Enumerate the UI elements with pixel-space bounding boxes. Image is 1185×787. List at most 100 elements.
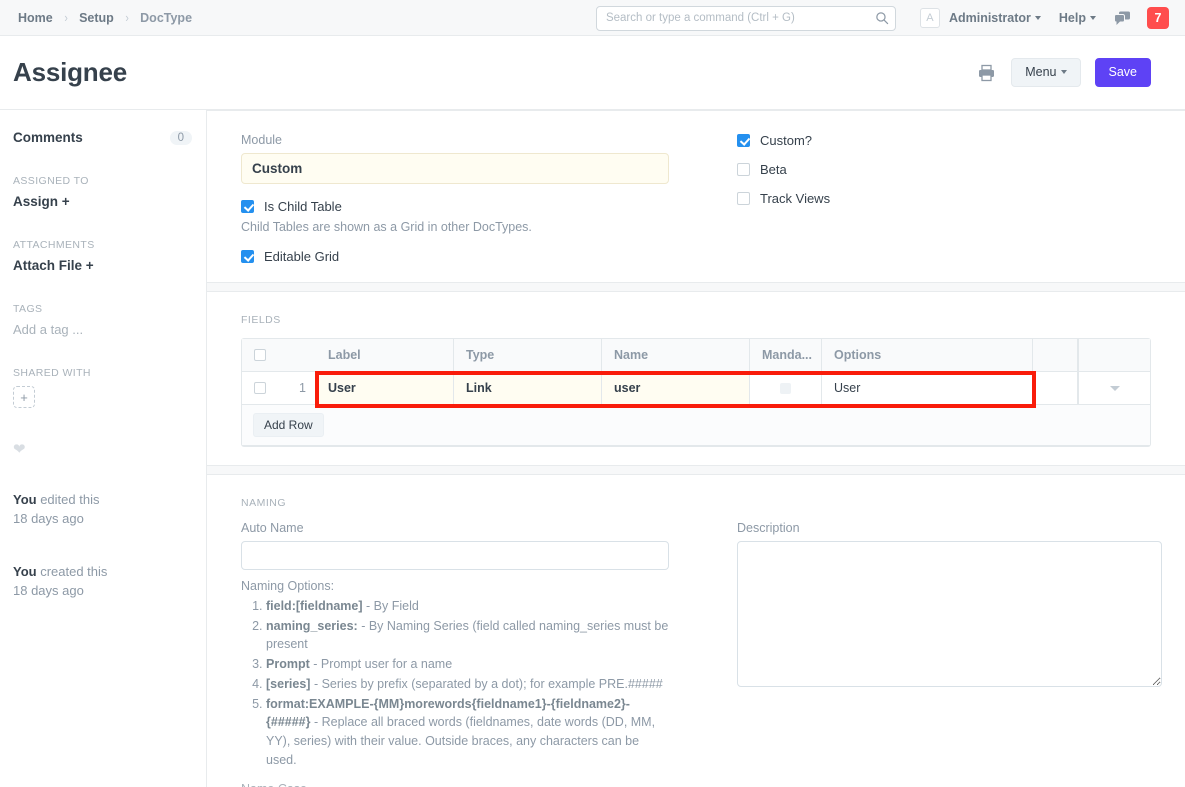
activity-time: 18 days ago [13,582,192,601]
cell-name[interactable]: user [602,372,750,404]
is-child-table-row[interactable]: Is Child Table [241,199,701,214]
auto-name-field-label: Auto Name [241,521,701,535]
index-header [278,339,316,371]
add-tag-input[interactable]: Add a tag ... [13,322,192,337]
row-select-checkbox[interactable] [254,382,266,394]
page-header: Assignee Menu Save [0,36,1185,110]
custom-checkbox[interactable] [737,134,750,147]
share-add-button[interactable]: + [13,386,35,408]
column-header-name[interactable]: Name [602,339,750,371]
top-navbar: Home › Setup › DocType A Administrator H… [0,0,1185,36]
module-input[interactable] [241,153,669,184]
avatar[interactable]: A [920,8,940,28]
help-menu-label: Help [1059,11,1086,25]
row-select-cell[interactable] [242,372,278,404]
custom-label: Custom? [760,133,812,148]
print-button[interactable] [975,62,997,84]
column-header-options[interactable]: Options [822,339,1033,371]
naming-option-desc: - Replace all braced words (fieldnames, … [266,715,655,767]
chat-icon [1114,11,1131,26]
printer-icon [977,64,996,82]
search-input[interactable] [596,6,896,31]
chevron-down-icon [1110,386,1120,391]
mandatory-checkbox[interactable] [780,383,791,394]
naming-right-column: Description [701,521,1162,787]
breadcrumb-item-setup[interactable]: Setup [77,11,116,25]
activity-actor: You [13,492,37,507]
breadcrumb-separator-icon: › [125,10,128,25]
track-views-checkbox[interactable] [737,192,750,205]
fields-grid-footer: Add Row [242,405,1150,446]
save-button[interactable]: Save [1095,58,1152,87]
custom-row[interactable]: Custom? [737,133,1151,148]
sidebar: Comments 0 ASSIGNED TO Assign + ATTACHME… [0,110,207,787]
table-row[interactable]: 1 User Link user User [242,372,1150,405]
naming-option-code: naming_series: [266,619,358,633]
activity-action: created this [37,564,108,579]
assign-button[interactable]: Assign + [13,194,192,209]
beta-row[interactable]: Beta [737,162,1151,177]
naming-option-item: format:EXAMPLE-{MM}morewords{fieldname1}… [266,695,669,770]
column-header-label[interactable]: Label [316,339,454,371]
naming-card: NAMING Auto Name Naming Options: field:[… [207,474,1185,787]
notification-badge[interactable]: 7 [1147,7,1169,29]
tags-heading: TAGS [13,303,192,315]
add-row-button[interactable]: Add Row [253,413,324,437]
shared-with-heading: SHARED WITH [13,367,192,379]
module-field-label: Module [241,133,701,147]
chevron-down-icon [1090,16,1096,20]
is-child-table-checkbox[interactable] [241,200,254,213]
track-views-row[interactable]: Track Views [737,191,1151,206]
fields-section-heading: FIELDS [241,314,1151,326]
naming-section-heading: NAMING [241,497,1151,509]
menu-button-label: Menu [1025,65,1056,79]
editable-grid-row[interactable]: Editable Grid [241,249,701,264]
cell-type[interactable]: Link [454,372,602,404]
breadcrumb-item-home[interactable]: Home [16,11,55,25]
chat-button[interactable] [1114,11,1131,26]
naming-options-title: Naming Options: [241,577,669,596]
column-header-mandatory[interactable]: Manda... [750,339,822,371]
attachments-heading: ATTACHMENTS [13,239,192,251]
menu-button[interactable]: Menu [1011,58,1080,87]
activity-edited: You edited this 18 days ago [13,491,192,529]
select-all-cell[interactable] [242,339,278,371]
fields-grid-header: Label Type Name Manda... Options [242,339,1150,372]
beta-checkbox[interactable] [737,163,750,176]
doctype-settings-card: Module Is Child Table Child Tables are s… [207,110,1185,283]
naming-option-item: naming_series: - By Naming Series (field… [266,617,669,655]
naming-option-desc: - Prompt user for a name [310,657,452,671]
track-views-label: Track Views [760,191,830,206]
cell-options[interactable]: User [822,372,1033,404]
row-index: 1 [278,372,316,404]
next-field-label-cutoff: Name Case [241,782,701,787]
user-menu[interactable]: Administrator [949,11,1041,25]
description-textarea[interactable] [737,541,1162,687]
beta-label: Beta [760,162,787,177]
activity-actor: You [13,564,37,579]
row-expand-button[interactable] [1078,372,1150,404]
description-field-label: Description [737,521,1162,535]
attach-file-button[interactable]: Attach File + [13,258,192,273]
main-content: Module Is Child Table Child Tables are s… [207,110,1185,787]
fields-card: FIELDS Label Type Name Manda... Options … [207,291,1185,466]
activity-created: You created this 18 days ago [13,563,192,601]
select-all-checkbox[interactable] [254,349,266,361]
breadcrumb: Home › Setup › DocType [16,10,194,25]
cell-mandatory[interactable] [750,372,822,404]
naming-options-help: Naming Options: field:[fieldname] - By F… [241,577,669,770]
chevron-down-icon [1061,70,1067,74]
editable-grid-label: Editable Grid [264,249,339,264]
naming-option-code: field:[fieldname] [266,599,363,613]
editable-grid-checkbox[interactable] [241,250,254,263]
sidebar-comments[interactable]: Comments 0 [13,130,192,145]
breadcrumb-item-doctype[interactable]: DocType [138,11,194,25]
auto-name-input[interactable] [241,541,669,570]
comments-count: 0 [170,131,192,145]
cell-label[interactable]: User [316,372,454,404]
assigned-to-heading: ASSIGNED TO [13,175,192,187]
page-body: Comments 0 ASSIGNED TO Assign + ATTACHME… [0,110,1185,787]
help-menu[interactable]: Help [1059,11,1096,25]
heart-icon[interactable]: ❤ [13,442,192,457]
column-header-type[interactable]: Type [454,339,602,371]
